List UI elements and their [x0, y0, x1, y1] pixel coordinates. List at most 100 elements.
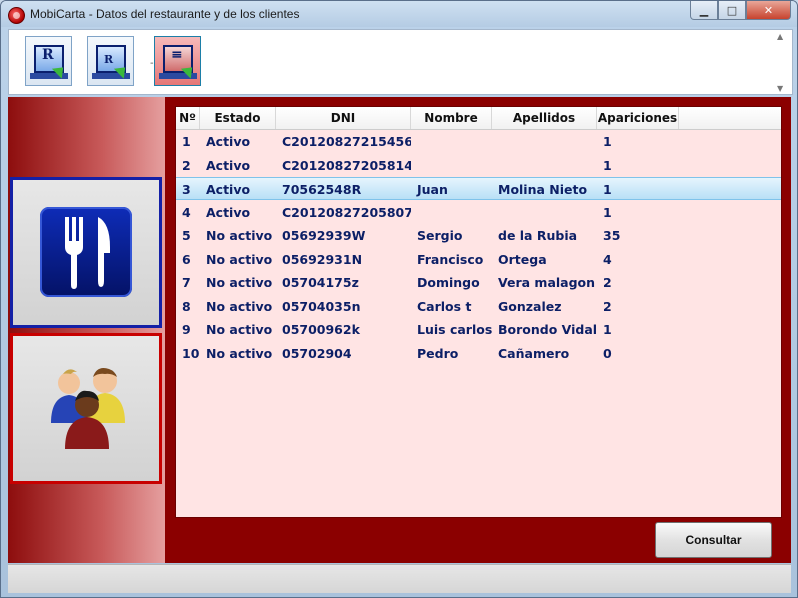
- toolbar-button-clients-db[interactable]: ≡: [154, 36, 201, 86]
- column-header-filler: [679, 107, 781, 129]
- column-header-apariciones[interactable]: Apariciones: [597, 107, 679, 129]
- column-header-dni[interactable]: DNI: [276, 107, 411, 129]
- row-dni: 05704175z: [282, 275, 359, 290]
- row-nombre: Pedro: [417, 345, 459, 361]
- maximize-button[interactable]: □: [718, 1, 746, 20]
- row-apellidos: Molina Nieto: [498, 182, 588, 197]
- row-apariciones: 4: [603, 251, 612, 267]
- row-number: 1: [182, 134, 191, 149]
- row-estado: Activo: [206, 134, 251, 149]
- r-glyph: R: [42, 47, 54, 63]
- row-number: 3: [182, 182, 191, 197]
- column-header-nombre[interactable]: Nombre: [411, 107, 492, 129]
- row-apellidos: [492, 201, 597, 224]
- row-dni: 05702904: [282, 345, 352, 361]
- row-apariciones: 0: [603, 345, 612, 361]
- row-estado: No activo: [206, 228, 273, 243]
- row-number: 10: [182, 345, 200, 361]
- sidebar-button-restaurant[interactable]: [10, 177, 162, 328]
- table-row[interactable]: 8 No activo 05704035n Carlos t Gonzalez 2: [176, 295, 781, 318]
- row-number: 4: [182, 204, 191, 220]
- row-apariciones: 1: [603, 182, 612, 197]
- row-nombre: Juan: [417, 182, 448, 197]
- row-estado: Activo: [206, 157, 251, 173]
- row-nombre: Luis carlos: [417, 322, 492, 337]
- table-row[interactable]: 2 Activo C20120827205814 1: [176, 154, 781, 177]
- fork-knife-icon: [40, 207, 132, 297]
- app-logo-icon: [8, 7, 25, 24]
- row-dni: 05704035n: [282, 298, 361, 314]
- row-apariciones: 35: [603, 228, 621, 243]
- table-row[interactable]: 7 No activo 05704175z Domingo Vera malagon 2: [176, 271, 781, 294]
- row-apariciones: 2: [603, 275, 612, 290]
- toolbar: R R - ≡ ▲ ▼: [8, 29, 793, 95]
- row-apellidos: Cañamero: [498, 345, 570, 361]
- row-number: 2: [182, 157, 191, 173]
- toolbar-button-restaurant-data[interactable]: R: [25, 36, 72, 86]
- sidebar: [8, 97, 165, 563]
- people-icon: [43, 361, 133, 451]
- consultar-button[interactable]: Consultar: [655, 522, 772, 558]
- row-estado: Activo: [206, 182, 251, 197]
- row-apellidos: Gonzalez: [498, 298, 562, 314]
- row-estado: No activo: [206, 298, 273, 314]
- row-apellidos: Ortega: [498, 251, 547, 267]
- row-dni: C20120827205807: [282, 204, 411, 220]
- table-row[interactable]: 10 No activo 05702904 Pedro Cañamero 0: [176, 342, 781, 365]
- row-estado: No activo: [206, 275, 273, 290]
- row-apariciones: 1: [603, 204, 612, 220]
- row-apellidos: de la Rubia: [498, 228, 578, 243]
- row-nombre: [411, 201, 492, 224]
- table-row[interactable]: 4 Activo C20120827205807 1: [176, 201, 781, 224]
- row-apellidos: Borondo Vidal: [498, 322, 597, 337]
- toolbar-button-database[interactable]: R: [87, 36, 134, 86]
- column-header-apellidos[interactable]: Apellidos: [492, 107, 597, 129]
- row-nombre: Sergio: [417, 228, 463, 243]
- row-nombre: Francisco: [417, 251, 484, 267]
- row-apariciones: 1: [603, 157, 612, 173]
- row-dni: 05700962k: [282, 322, 360, 337]
- row-nombre: Domingo: [417, 275, 480, 290]
- row-dni: 05692931N: [282, 251, 363, 267]
- grid-header: Nº Estado DNI Nombre Apellidos Aparicion…: [176, 107, 781, 130]
- row-dni: 70562548R: [282, 182, 362, 197]
- table-row[interactable]: 9 No activo 05700962k Luis carlos Borondo Vi…: [176, 318, 781, 341]
- column-header-estado[interactable]: Estado: [200, 107, 276, 129]
- row-nombre: [411, 130, 492, 153]
- row-nombre: [411, 154, 492, 177]
- row-dni: C20120827215456: [282, 134, 411, 149]
- row-estado: No activo: [206, 322, 273, 337]
- column-header-num[interactable]: Nº: [176, 107, 200, 129]
- row-number: 9: [182, 322, 191, 337]
- row-estado: No activo: [206, 345, 273, 361]
- row-apariciones: 2: [603, 298, 612, 314]
- status-bar: [8, 564, 791, 593]
- scroll-up-icon[interactable]: ▲: [777, 32, 787, 41]
- row-estado: Activo: [206, 204, 251, 220]
- table-row[interactable]: 1 Activo C20120827215456 1: [176, 130, 781, 153]
- clients-grid[interactable]: Nº Estado DNI Nombre Apellidos Aparicion…: [175, 106, 782, 518]
- row-number: 7: [182, 275, 191, 290]
- row-estado: No activo: [206, 251, 273, 267]
- row-number: 6: [182, 251, 191, 267]
- table-row[interactable]: 5 No activo 05692939W Sergio de la Rubia 35: [176, 224, 781, 247]
- sidebar-button-clients[interactable]: [10, 333, 162, 484]
- minimize-button[interactable]: ▁: [690, 1, 718, 20]
- row-dni: 05692939W: [282, 228, 366, 243]
- row-apariciones: 1: [603, 134, 612, 149]
- main-content: Nº Estado DNI Nombre Apellidos Aparicion…: [8, 97, 791, 563]
- title-bar[interactable]: MobiCarta - Datos del restaurante y de l…: [1, 1, 797, 27]
- close-button[interactable]: ✕: [746, 1, 791, 20]
- r-glyph: R: [104, 53, 114, 66]
- table-row[interactable]: 3 Activo 70562548R Juan Molina Nieto 1: [176, 177, 781, 200]
- row-number: 5: [182, 228, 191, 243]
- row-apellidos: [492, 154, 597, 177]
- window-controls: ▁ □ ✕: [690, 1, 791, 20]
- app-window: MobiCarta - Datos del restaurante y de l…: [0, 0, 798, 598]
- row-apellidos: [492, 130, 597, 153]
- table-row[interactable]: 6 No activo 05692931N Francisco Ortega 4: [176, 248, 781, 271]
- row-nombre: Carlos t: [417, 298, 472, 314]
- scroll-down-icon[interactable]: ▼: [777, 84, 787, 93]
- row-number: 8: [182, 298, 191, 314]
- row-apellidos: Vera malagon: [498, 275, 596, 290]
